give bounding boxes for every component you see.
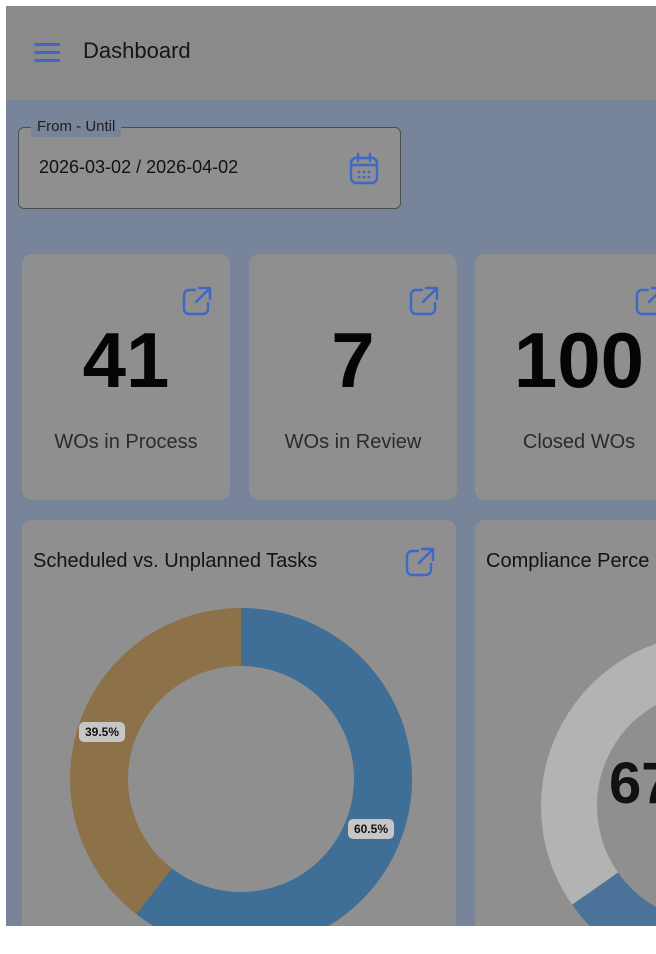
calendar-button[interactable]: [348, 152, 380, 186]
date-range-value[interactable]: 2026-03-02 / 2026-04-02: [39, 157, 238, 178]
stat-value: 41: [82, 316, 170, 404]
chart-title: Compliance Perce: [486, 550, 650, 572]
compliance-value: 67: [609, 751, 656, 816]
open-scheduled-chart-button[interactable]: [403, 545, 437, 579]
scheduled-percentage-label: 60.5%: [348, 819, 395, 839]
modal-dimmed-dashboard: Dashboard From - Until 2026-03-02 / 2026…: [6, 6, 656, 926]
stat-card-wos-in-review[interactable]: 7 WOs in Review: [249, 254, 457, 500]
stat-card-closed-wos[interactable]: 100 Closed WOs: [475, 254, 656, 500]
compliance-card[interactable]: Compliance Perce 67: [475, 520, 656, 926]
open-wos-in-review-button[interactable]: [407, 284, 441, 318]
external-link-icon: [635, 286, 656, 316]
stat-label: WOs in Process: [54, 431, 198, 453]
chart-title: Scheduled vs. Unplanned Tasks: [33, 550, 318, 572]
stat-value: 100: [513, 316, 645, 404]
date-range-field[interactable]: From - Until 2026-03-02 / 2026-04-02: [18, 117, 401, 209]
external-link-icon: [182, 286, 212, 316]
scheduled-vs-unplanned-donut: [70, 608, 412, 926]
external-link-icon: [405, 547, 435, 577]
calendar-icon: [349, 152, 379, 185]
stat-card-wos-in-process[interactable]: 41 WOs in Process: [22, 254, 230, 500]
dashboard-screen: Dashboard From - Until 2026-03-02 / 2026…: [0, 0, 656, 954]
scheduled-vs-unplanned-card[interactable]: Scheduled vs. Unplanned Tasks 39.5% 60.5…: [22, 520, 456, 926]
stat-label: Closed WOs: [522, 431, 636, 453]
donut-slice-1: [136, 608, 412, 926]
date-range-label: From - Until: [31, 117, 122, 137]
open-wos-in-process-button[interactable]: [180, 284, 214, 318]
open-closed-wos-button[interactable]: [633, 284, 656, 318]
page-title: Dashboard: [83, 38, 191, 63]
donut-slice-2: [70, 608, 242, 915]
menu-icon: [34, 43, 60, 62]
menu-button[interactable]: [32, 40, 62, 64]
top-app-bar: Dashboard: [6, 6, 656, 100]
stat-label: WOs in Review: [284, 431, 422, 453]
unplanned-percentage-label: 39.5%: [79, 722, 126, 742]
external-link-icon: [409, 286, 439, 316]
stat-value: 7: [331, 316, 375, 404]
